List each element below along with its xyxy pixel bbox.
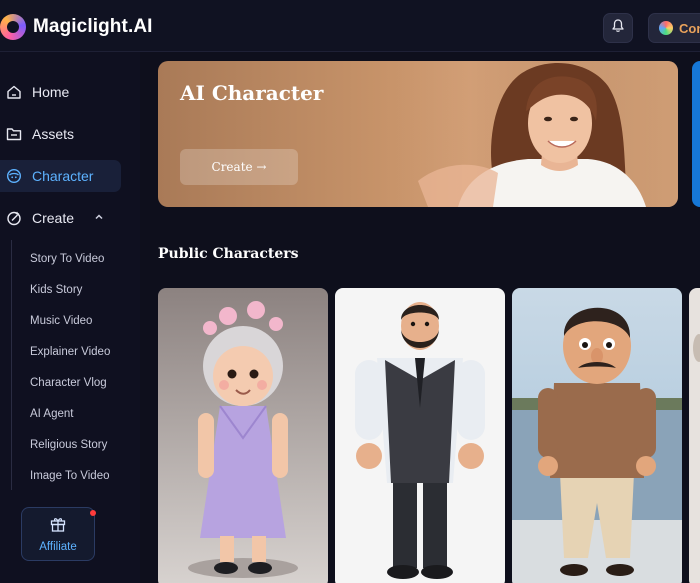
sidebar-item-label: Character [32, 168, 94, 184]
sidebar-item-create[interactable]: Create [0, 202, 121, 234]
character-icon [6, 168, 22, 184]
submenu-item-music-video[interactable]: Music Video [30, 311, 92, 331]
notifications-button[interactable] [603, 13, 633, 43]
sidebar-item-character[interactable]: Character [0, 160, 121, 192]
credits-label: Con [679, 20, 700, 36]
chevron-up-icon[interactable] [94, 212, 104, 225]
character-card-bearded-man[interactable] [335, 288, 505, 583]
notification-dot [90, 510, 96, 516]
gift-icon [49, 515, 67, 536]
partial-character-image [689, 288, 700, 583]
character-card-partial[interactable] [689, 288, 700, 583]
sidebar-item-label: Home [32, 84, 70, 100]
affiliate-button[interactable]: Affiliate [21, 507, 96, 561]
grandma-character-image [158, 288, 328, 583]
section-title: Public Characters [158, 246, 299, 262]
logo-icon [0, 14, 26, 40]
submenu-item-character-vlog[interactable]: Character Vlog [30, 373, 107, 393]
logo[interactable]: Magiclight.AI [0, 13, 153, 41]
affiliate-label: Affiliate [39, 541, 77, 553]
sidebar-item-label: Assets [32, 126, 75, 142]
sidebar-item-home[interactable]: Home [0, 76, 121, 108]
top-bar: Magiclight.AI Con [0, 0, 700, 52]
bearded-man-character-image [335, 288, 505, 583]
sidebar: Home Assets Character Create Story To Vi… [0, 52, 140, 583]
next-banner-peek[interactable] [692, 61, 700, 207]
submenu-item-explainer-video[interactable]: Explainer Video [30, 342, 110, 362]
submenu-item-religious-story[interactable]: Religious Story [30, 435, 107, 455]
credits-button[interactable]: Con [648, 13, 700, 43]
bell-icon [610, 18, 626, 39]
submenu-item-kids-story[interactable]: Kids Story [30, 280, 82, 300]
submenu-item-ai-agent[interactable]: AI Agent [30, 404, 73, 424]
submenu-item-image-to-video[interactable]: Image To Video [30, 466, 110, 486]
ai-character-banner: AI Character Create → [158, 61, 678, 207]
sidebar-item-assets[interactable]: Assets [0, 118, 121, 150]
logo-text: Magiclight.AI [33, 16, 153, 37]
submenu-item-story-to-video[interactable]: Story To Video [30, 249, 104, 269]
character-card-mustache-man[interactable] [512, 288, 682, 583]
palette-icon [659, 21, 673, 35]
character-card-grandma[interactable] [158, 288, 328, 583]
banner-title: AI Character [180, 81, 324, 105]
home-icon [6, 84, 22, 100]
folder-icon [6, 126, 22, 142]
sidebar-item-label: Create [32, 210, 75, 226]
create-character-button[interactable]: Create → [180, 149, 298, 185]
create-icon [6, 210, 22, 226]
submenu-divider [11, 240, 12, 490]
mustache-man-character-image [512, 288, 682, 583]
